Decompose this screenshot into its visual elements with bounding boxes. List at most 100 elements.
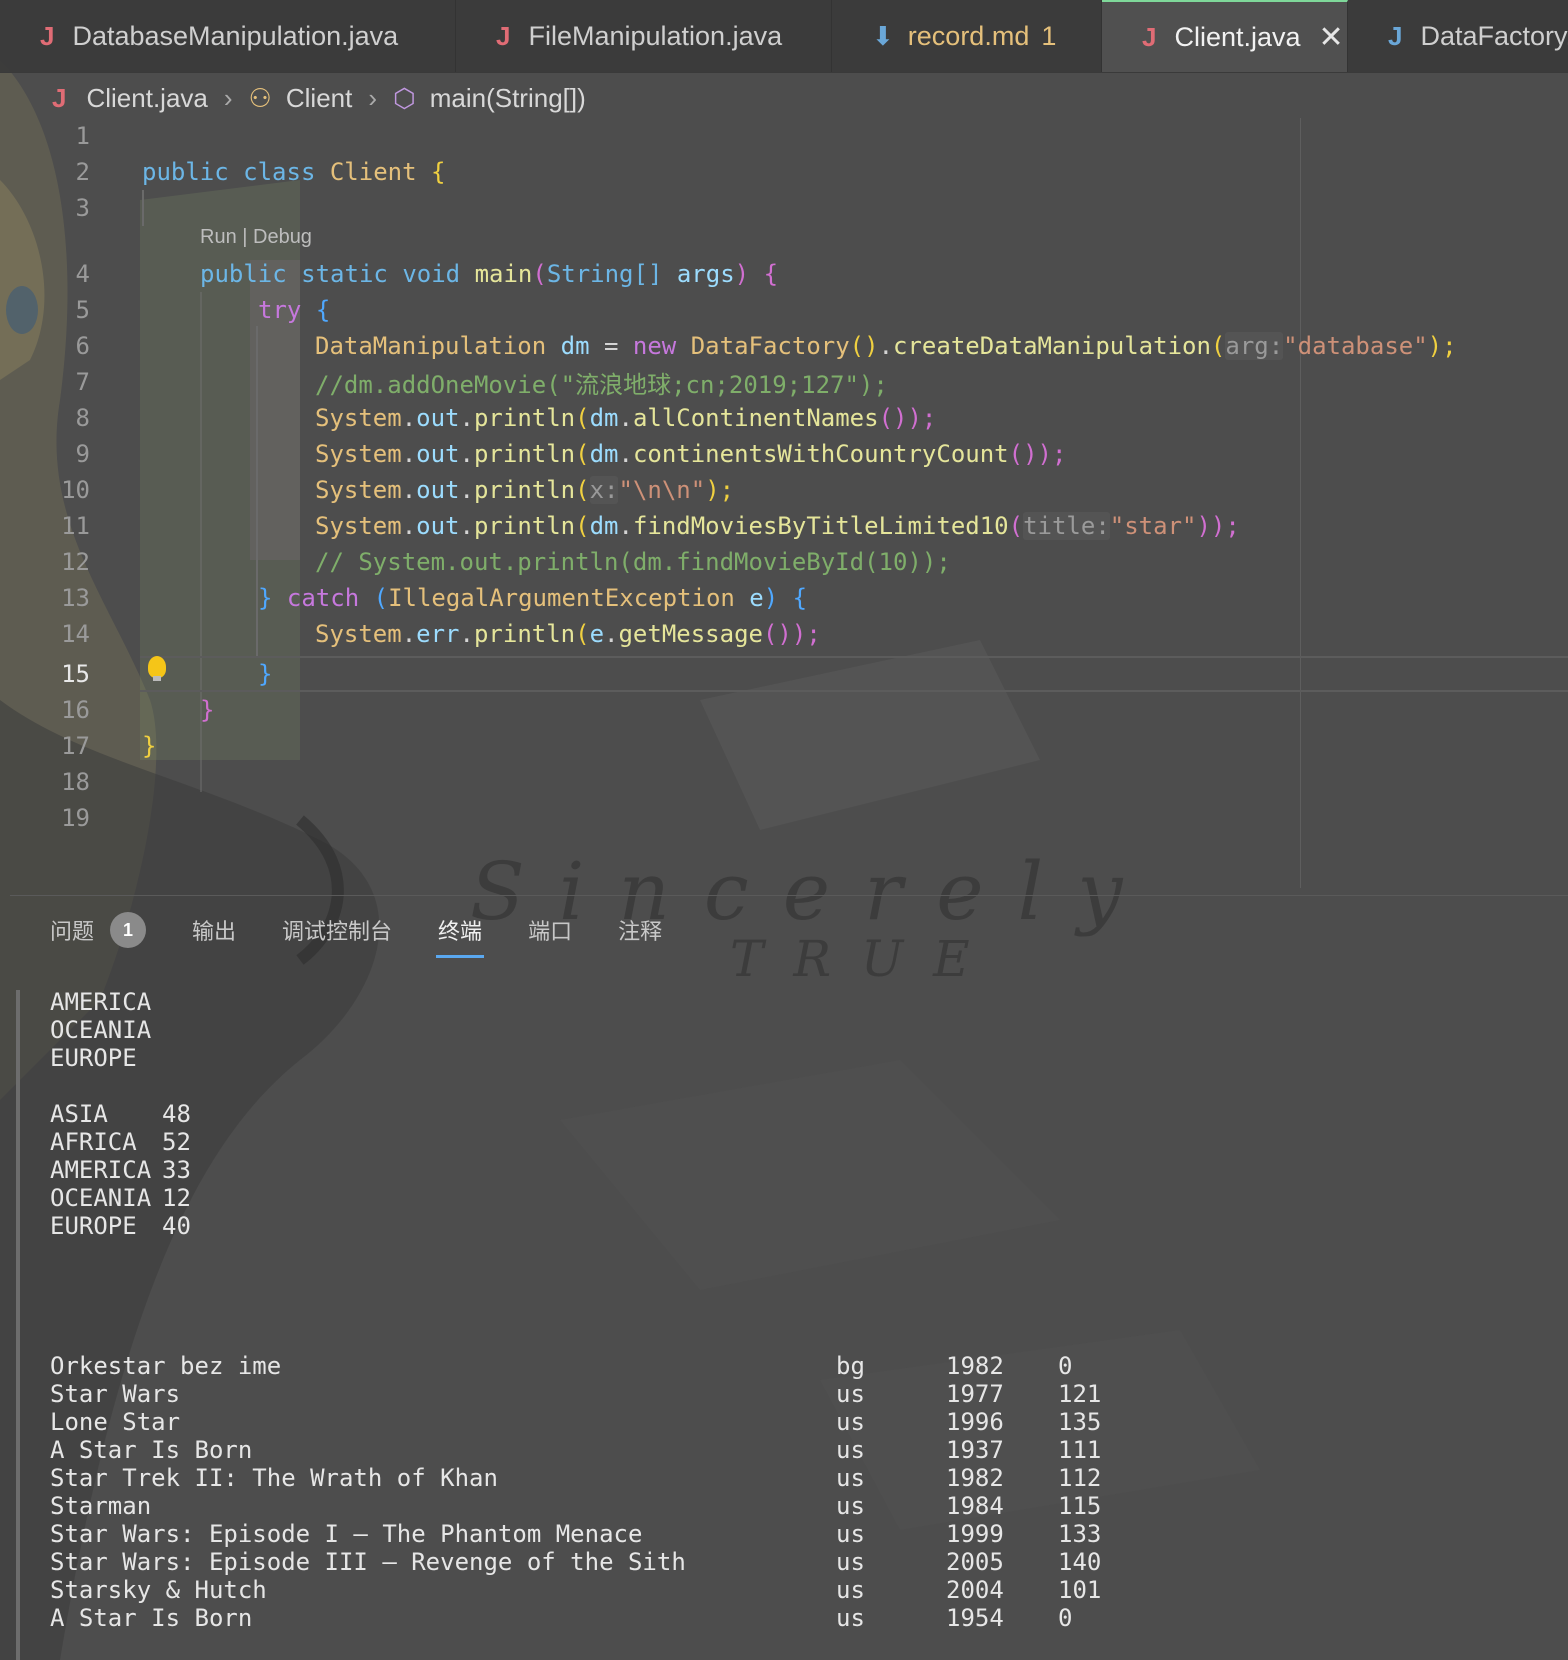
line-number-current: 15 xyxy=(61,660,90,688)
code-line-15: } xyxy=(258,660,273,688)
line-number: 9 xyxy=(75,440,90,468)
tab-label: 调试控制台 xyxy=(282,919,393,944)
movie-row: Starsky & Hutch us 2004 101 xyxy=(50,1576,1102,1604)
line-number: 6 xyxy=(75,332,90,360)
code-line-10: System.out.println(x:"\n\n"); xyxy=(315,476,735,504)
code-line-12-comment: // System.out.println(dm.findMovieById(1… xyxy=(315,548,951,576)
terminal-line: OCEANIA xyxy=(50,1016,152,1044)
code-lens-run-debug[interactable]: Run | Debug xyxy=(200,226,312,249)
panel-divider xyxy=(10,895,1568,896)
code-line-9: System.out.println(dm.continentsWithCoun… xyxy=(315,440,1067,468)
movie-row: Orkestar bez ime bg 1982 0 xyxy=(50,1352,1073,1380)
breadcrumb: J Client.java › ⚇ Client › ⬡ main(String… xyxy=(52,78,586,118)
tab-client-java[interactable]: J Client.java ✕ xyxy=(1102,0,1348,72)
tab-label: DatabaseManipulation.java xyxy=(72,20,399,51)
tab-database-manipulation[interactable]: J DatabaseManipulation.java xyxy=(0,0,456,72)
code-line-16: } xyxy=(200,696,215,724)
java-file-icon: J xyxy=(1388,20,1403,51)
movie-row: Star Wars us 1977 121 xyxy=(50,1380,1102,1408)
java-file-icon: J xyxy=(40,20,55,51)
movie-row: Star Wars: Episode I – The Phantom Menac… xyxy=(50,1520,1102,1548)
panel-tab-bar: 问题 1 输出 调试控制台 终端 端口 注释 xyxy=(50,905,708,958)
line-number: 19 xyxy=(61,804,90,832)
class-icon: ⚇ xyxy=(248,82,272,113)
method-cube-icon: ⬡ xyxy=(393,82,416,113)
tab-file-manipulation[interactable]: J FileManipulation.java xyxy=(456,0,832,72)
problems-badge: 1 xyxy=(110,912,147,948)
tab-terminal[interactable]: 终端 xyxy=(436,914,485,958)
movie-row: A Star Is Born us 1937 111 xyxy=(50,1436,1102,1464)
tab-comments[interactable]: 注释 xyxy=(618,914,662,946)
tab-debug-console[interactable]: 调试控制台 xyxy=(282,914,392,946)
watermark-true: TRUE xyxy=(730,930,1000,988)
terminal-output[interactable]: AMERICA OCEANIA EUROPE ASIA 48 AFRICA 52 A… xyxy=(50,988,1102,1632)
terminal-scroll-edge xyxy=(16,990,20,1660)
tab-problems[interactable]: 问题 1 xyxy=(50,912,147,948)
code-line-11: System.out.println(dm.findMoviesByTitleL… xyxy=(315,512,1240,540)
tab-label: 端口 xyxy=(528,919,573,944)
code-line-5: try { xyxy=(258,296,331,324)
breadcrumb-file[interactable]: Client.java xyxy=(86,83,207,114)
code-line-17: } xyxy=(142,732,157,760)
line-number: 5 xyxy=(75,296,90,324)
code-line-2: public class Client { xyxy=(142,158,446,186)
line-number: 1 xyxy=(75,122,90,150)
tab-label: 输出 xyxy=(192,919,237,944)
tab-label: Client.java xyxy=(1174,21,1301,52)
continent-count-row: AFRICA 52 xyxy=(50,1128,191,1156)
line-number: 7 xyxy=(75,368,90,396)
continent-count-row: EUROPE 40 xyxy=(50,1212,191,1240)
line-number: 8 xyxy=(75,404,90,432)
breadcrumb-class[interactable]: Client xyxy=(286,83,352,114)
tab-record-md[interactable]: ⬇ record.md 1 xyxy=(832,0,1102,72)
movie-row: Star Wars: Episode III – Revenge of the … xyxy=(50,1548,1102,1576)
line-number: 2 xyxy=(75,158,90,186)
line-number: 3 xyxy=(75,194,90,222)
movie-row: Starman us 1984 115 xyxy=(50,1492,1102,1520)
chevron-right-icon: › xyxy=(223,82,233,113)
line-number: 13 xyxy=(61,584,90,612)
close-icon[interactable]: ✕ xyxy=(1319,20,1344,55)
inlay-hint: title: xyxy=(1023,512,1110,540)
code-line-7-comment: //dm.addOneMovie("流浪地球;cn;2019;127"); xyxy=(315,370,888,399)
terminal-line: EUROPE xyxy=(50,1044,137,1072)
tab-label: record.md xyxy=(907,20,1030,51)
tab-label: DataFactory.java xyxy=(1420,20,1568,51)
code-line-4: public static void main(String[] args) { xyxy=(200,260,779,288)
inlay-hint: arg: xyxy=(1225,332,1284,360)
movie-row: Star Trek II: The Wrath of Khan us 1982 112 xyxy=(50,1464,1102,1492)
tab-label: 注释 xyxy=(618,919,663,944)
terminal-line: AMERICA xyxy=(50,988,152,1016)
code-line-14: System.err.println(e.getMessage()); xyxy=(315,620,821,648)
markdown-file-icon: ⬇ xyxy=(872,20,894,51)
inlay-hint: x: xyxy=(589,476,619,504)
tab-output[interactable]: 输出 xyxy=(192,914,236,946)
code-line-13: } catch (IllegalArgumentException e) { xyxy=(258,584,808,612)
java-file-icon: J xyxy=(52,82,67,113)
tab-data-factory[interactable]: J DataFactory.java xyxy=(1348,0,1568,72)
continent-count-row: AMERICA 33 xyxy=(50,1156,191,1184)
java-file-icon: J xyxy=(496,20,511,51)
movie-row: A Star Is Born us 1954 0 xyxy=(50,1604,1073,1632)
line-number: 14 xyxy=(61,620,90,648)
code-line-8: System.out.println(dm.allContinentNames(… xyxy=(315,404,937,432)
java-file-icon: J xyxy=(1142,21,1157,52)
line-number: 17 xyxy=(61,732,90,760)
tab-ports[interactable]: 端口 xyxy=(528,914,572,946)
tab-label: 问题 xyxy=(50,919,95,944)
breadcrumb-method[interactable]: main(String[]) xyxy=(430,83,586,114)
tab-label: 终端 xyxy=(438,919,483,944)
line-number: 10 xyxy=(61,476,90,504)
editor-tab-bar: J DatabaseManipulation.java J FileManipu… xyxy=(0,0,1568,73)
movie-row: Lone Star us 1996 135 xyxy=(50,1408,1102,1436)
code-editor[interactable]: Run | Debug 1 2 public class Client { 3 … xyxy=(0,118,1568,888)
line-number: 18 xyxy=(61,768,90,796)
line-number: 4 xyxy=(75,260,90,288)
line-number: 16 xyxy=(61,696,90,724)
line-number: 12 xyxy=(61,548,90,576)
code-line-6: DataManipulation dm = new DataFactory().… xyxy=(315,332,1457,360)
continent-count-row: OCEANIA 12 xyxy=(50,1184,191,1212)
tab-label: FileManipulation.java xyxy=(528,20,783,51)
continent-count-row: ASIA 48 xyxy=(50,1100,191,1128)
line-number: 11 xyxy=(61,512,90,540)
